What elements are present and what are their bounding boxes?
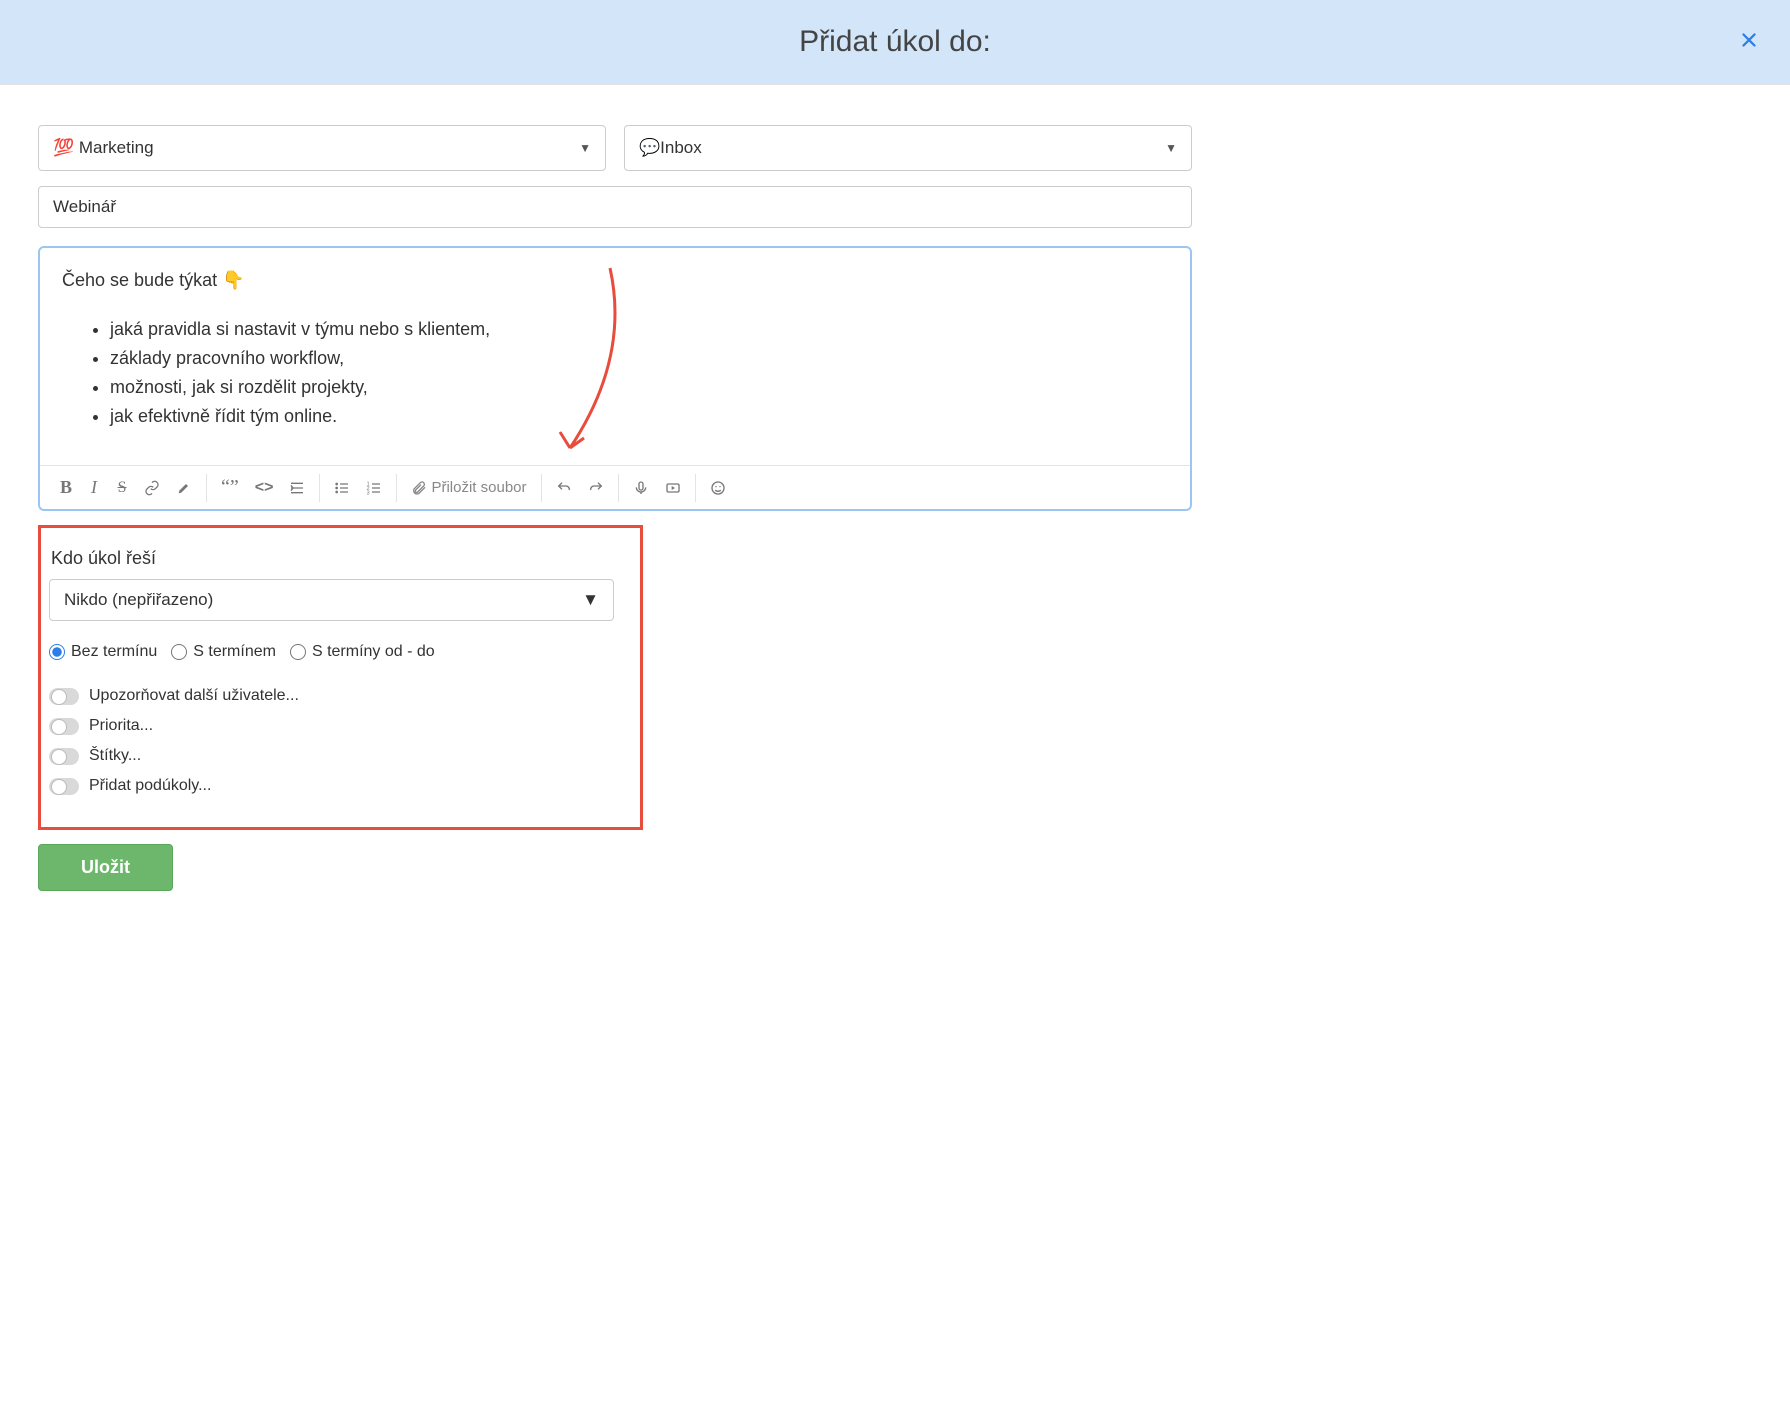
toggle-priority[interactable] <box>49 718 79 735</box>
attach-button[interactable]: Přiložit soubor <box>403 473 534 502</box>
toggle-subtasks-row: Přidat podúkoly... <box>49 777 626 795</box>
toggle-label: Štítky... <box>89 747 141 765</box>
indent-button[interactable] <box>281 474 313 502</box>
toolbar-separator <box>541 474 542 502</box>
toolbar-separator <box>319 474 320 502</box>
undo-button[interactable] <box>548 474 580 502</box>
assignee-label: Kdo úkol řeší <box>51 548 626 569</box>
strike-button[interactable]: S <box>108 473 136 503</box>
toggle-label: Přidat podúkoly... <box>89 777 211 795</box>
bullet-list-button[interactable] <box>326 474 358 502</box>
close-icon <box>1738 29 1760 51</box>
brush-icon <box>176 480 192 496</box>
list-select[interactable]: 💬Inbox ▼ <box>624 125 1192 171</box>
toggle-label: Priorita... <box>89 717 153 735</box>
toggle-tags-row: Štítky... <box>49 747 626 765</box>
bold-button[interactable]: B <box>52 471 80 504</box>
radio-input[interactable] <box>290 644 306 660</box>
assignee-select[interactable]: Nikdo (nepřiřazeno) ▼ <box>49 579 614 621</box>
emoji-icon <box>710 480 726 496</box>
project-select-value: 💯 Marketing <box>53 138 154 158</box>
chevron-down-icon: ▼ <box>579 141 591 155</box>
radio-input[interactable] <box>49 644 65 660</box>
bullet-list-icon <box>334 480 350 496</box>
strikethrough-icon: S <box>118 479 127 497</box>
editor-bullet: možnosti, jak si rozdělit projekty, <box>110 377 1168 398</box>
indent-icon <box>289 480 305 496</box>
code-button[interactable]: <> <box>247 473 282 503</box>
save-button[interactable]: Uložit <box>38 844 173 891</box>
attach-label: Přiložit soubor <box>431 479 526 496</box>
quote-icon: “” <box>221 476 239 499</box>
dialog-title: Přidat úkol do: <box>799 25 991 59</box>
close-button[interactable] <box>1738 26 1760 58</box>
project-select[interactable]: 💯 Marketing ▼ <box>38 125 606 171</box>
undo-icon <box>556 480 572 496</box>
editor-content[interactable]: Čeho se bude týkat 👇 jaká pravidla si na… <box>40 248 1190 465</box>
radio-no-deadline[interactable]: Bez termínu <box>49 643 157 661</box>
bold-icon: B <box>60 477 72 498</box>
toggle-notify[interactable] <box>49 688 79 705</box>
radio-with-deadline[interactable]: S termínem <box>171 643 276 661</box>
redo-button[interactable] <box>580 474 612 502</box>
mic-button[interactable] <box>625 474 657 502</box>
ordered-list-button[interactable]: 123 <box>358 474 390 502</box>
toggle-tags[interactable] <box>49 748 79 765</box>
video-icon <box>665 480 681 496</box>
radio-label: S termínem <box>193 643 276 661</box>
highlight-button[interactable] <box>168 474 200 502</box>
task-name-input[interactable] <box>38 186 1192 228</box>
toolbar-separator <box>618 474 619 502</box>
italic-icon: I <box>91 477 97 498</box>
assignee-value: Nikdo (nepřiřazeno) <box>64 590 213 610</box>
link-button[interactable] <box>136 474 168 502</box>
link-icon <box>144 480 160 496</box>
list-select-value: 💬Inbox <box>639 138 702 158</box>
toggle-label: Upozorňovat další uživatele... <box>89 687 299 705</box>
toggle-priority-row: Priorita... <box>49 717 626 735</box>
radio-label: Bez termínu <box>71 643 157 661</box>
chevron-down-icon: ▼ <box>1165 141 1177 155</box>
editor-toolbar: B I S “” <> 123 Přiložit soubor <box>40 465 1190 509</box>
code-icon: <> <box>255 479 274 497</box>
description-editor: Čeho se bude týkat 👇 jaká pravidla si na… <box>38 246 1192 511</box>
radio-range-deadline[interactable]: S termíny od - do <box>290 643 435 661</box>
radio-label: S termíny od - do <box>312 643 435 661</box>
toolbar-separator <box>695 474 696 502</box>
video-button[interactable] <box>657 474 689 502</box>
svg-text:3: 3 <box>367 490 370 495</box>
dialog-body: 💯 Marketing ▼ 💬Inbox ▼ Čeho se bude týka… <box>0 85 1230 921</box>
quote-button[interactable]: “” <box>213 470 247 505</box>
editor-bullet: jak efektivně řídit tým online. <box>110 406 1168 427</box>
toolbar-separator <box>396 474 397 502</box>
deadline-radio-group: Bez termínu S termínem S termíny od - do <box>49 643 626 661</box>
redo-icon <box>588 480 604 496</box>
italic-button[interactable]: I <box>80 471 108 504</box>
microphone-icon <box>633 480 649 496</box>
editor-bullet: jaká pravidla si nastavit v týmu nebo s … <box>110 319 1168 340</box>
paperclip-icon <box>411 480 427 496</box>
toggle-subtasks[interactable] <box>49 778 79 795</box>
toolbar-separator <box>206 474 207 502</box>
chevron-down-icon: ▼ <box>582 590 599 610</box>
radio-input[interactable] <box>171 644 187 660</box>
emoji-button[interactable] <box>702 474 734 502</box>
editor-intro-text: Čeho se bude týkat 👇 <box>62 270 1168 291</box>
editor-bullet: základy pracovního workflow, <box>110 348 1168 369</box>
highlighted-section: Kdo úkol řeší Nikdo (nepřiřazeno) ▼ Bez … <box>38 525 643 830</box>
ordered-list-icon: 123 <box>366 480 382 496</box>
dialog-header: Přidat úkol do: <box>0 0 1790 85</box>
toggle-notify-row: Upozorňovat další uživatele... <box>49 687 626 705</box>
